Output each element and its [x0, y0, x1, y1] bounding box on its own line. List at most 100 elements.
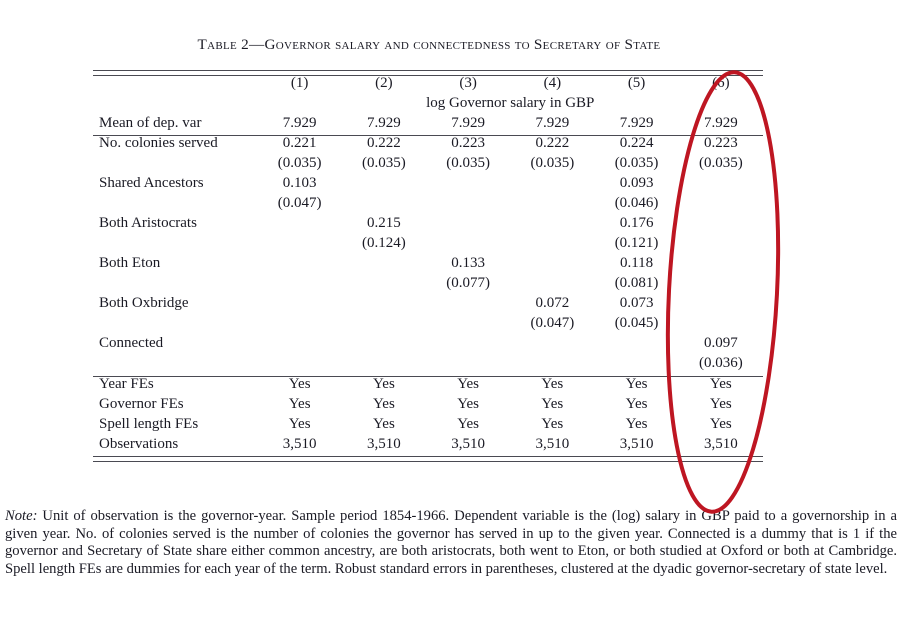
se-shared-c2	[342, 196, 426, 216]
cell-govfe-c5: Yes	[625, 395, 648, 412]
header-blank-cell	[93, 76, 258, 96]
table-row-se: (0.036)	[93, 356, 763, 376]
cell-connected-c3	[426, 336, 510, 356]
column-header-4: (4)	[543, 75, 562, 91]
cell-spellfe-c2: Yes	[372, 415, 395, 432]
cell-obs-c4: 3,510	[535, 435, 570, 452]
se-colonies-c4: (0.035)	[530, 155, 575, 171]
row-label-shared-ancestors: Shared Ancestors	[99, 175, 204, 191]
cell-oxbridge-c4: 0.072	[535, 295, 570, 311]
table-title-text: Table 2—Governor salary and connectednes…	[197, 36, 661, 53]
se-connected-c2	[342, 356, 426, 376]
se-oxbridge-c6	[679, 316, 763, 336]
se-eton-c2	[342, 276, 426, 296]
cell-eton-c3: 0.133	[451, 255, 485, 271]
cell-shared-c2	[342, 176, 426, 196]
dependent-variable-header: log Governor salary in GBP	[426, 94, 595, 111]
cell-spellfe-c3: Yes	[457, 415, 480, 432]
se-eton-c6	[679, 276, 763, 296]
se-label-blank-shared	[93, 196, 258, 216]
table-bottom-rule	[93, 456, 763, 462]
cell-obs-c1: 3,510	[282, 435, 317, 452]
row-label-both-eton: Both Eton	[99, 255, 161, 271]
cell-govfe-c3: Yes	[457, 395, 480, 412]
se-colonies-c5: (0.035)	[614, 155, 659, 171]
cell-connected-c1	[258, 336, 342, 356]
se-oxbridge-c2	[342, 316, 426, 336]
se-aristocrats-c6	[679, 236, 763, 256]
se-connected-c5	[594, 356, 678, 376]
cell-colonies-c1: 0.221	[282, 135, 317, 151]
cell-spellfe-c1: Yes	[288, 415, 311, 432]
cell-oxbridge-c5: 0.073	[619, 295, 654, 311]
cell-obs-c5: 3,510	[619, 435, 654, 452]
table-row: Observations 3,510 3,510 3,510 3,510 3,5…	[93, 435, 763, 457]
se-shared-c1: (0.047)	[277, 195, 322, 211]
se-colonies-c6: (0.035)	[698, 155, 743, 171]
se-eton-c5: (0.081)	[614, 275, 659, 291]
table-row: Mean of dep. var 7.929 7.929 7.929 7.929…	[93, 114, 763, 136]
table-row: Both Aristocrats 0.215 0.176	[93, 216, 763, 236]
se-oxbridge-c4: (0.047)	[530, 315, 575, 331]
se-oxbridge-c1	[258, 316, 342, 336]
table-row-se: (0.047) (0.046)	[93, 196, 763, 216]
se-aristocrats-c2: (0.124)	[361, 235, 406, 251]
se-shared-c5: (0.046)	[614, 195, 659, 211]
cell-aristocrats-c2: 0.215	[366, 215, 401, 231]
table-row: Both Eton 0.133 0.118	[93, 256, 763, 276]
se-eton-c1	[258, 276, 342, 296]
table-row: Shared Ancestors 0.103 0.093	[93, 176, 763, 196]
se-connected-c6: (0.036)	[698, 355, 743, 371]
cell-mean-c3: 7.929	[451, 114, 485, 131]
cell-aristocrats-c3	[426, 216, 510, 236]
se-connected-c1	[258, 356, 342, 376]
spanhead-blank-cell	[93, 96, 258, 116]
cell-govfe-c6: Yes	[709, 395, 732, 412]
cell-obs-c6: 3,510	[703, 435, 738, 452]
cell-yearfe-c4: Yes	[541, 375, 564, 392]
cell-eton-c6	[679, 256, 763, 276]
cell-eton-c4	[510, 256, 594, 276]
cell-eton-c5: 0.118	[619, 255, 654, 271]
cell-eton-c1	[258, 256, 342, 276]
table-row-se: (0.077) (0.081)	[93, 276, 763, 296]
cell-yearfe-c5: Yes	[625, 375, 648, 392]
column-header-3: (3)	[459, 75, 477, 91]
cell-connected-c6: 0.097	[703, 335, 738, 351]
cell-aristocrats-c6	[679, 216, 763, 236]
table-row: Connected 0.097	[93, 336, 763, 356]
cell-mean-c5: 7.929	[619, 114, 654, 131]
se-colonies-c3: (0.035)	[446, 155, 490, 171]
table-title: Table 2—Governor salary and connectednes…	[93, 36, 765, 54]
cell-spellfe-c5: Yes	[625, 415, 648, 432]
row-label-governor-fes: Governor FEs	[99, 395, 184, 412]
table-note: Note: Unit of observation is the governo…	[5, 508, 897, 579]
cell-spellfe-c6: Yes	[709, 415, 732, 432]
cell-aristocrats-c1	[258, 216, 342, 236]
cell-eton-c2	[342, 256, 426, 276]
cell-colonies-c3: 0.223	[451, 135, 485, 151]
cell-obs-c2: 3,510	[366, 435, 401, 452]
se-label-blank-eton	[93, 276, 258, 296]
cell-mean-c6: 7.929	[703, 114, 738, 131]
note-lead-label: Note:	[5, 508, 38, 524]
se-label-blank-connected	[93, 356, 258, 376]
se-shared-c6	[679, 196, 763, 216]
cell-govfe-c2: Yes	[372, 395, 395, 412]
se-colonies-c2: (0.035)	[361, 155, 406, 171]
se-connected-c4	[510, 356, 594, 376]
cell-yearfe-c1: Yes	[288, 375, 311, 392]
column-header-2: (2)	[375, 75, 393, 91]
se-eton-c4	[510, 276, 594, 296]
column-header-1: (1)	[290, 75, 309, 91]
cell-mean-c2: 7.929	[366, 114, 401, 131]
row-label-spell-length-fes: Spell length FEs	[99, 415, 199, 432]
se-colonies-c1: (0.035)	[277, 155, 322, 171]
table-row: Spell length FEs Yes Yes Yes Yes Yes Yes	[93, 415, 763, 437]
cell-govfe-c1: Yes	[288, 395, 311, 412]
se-aristocrats-c5: (0.121)	[614, 235, 659, 251]
se-shared-c4	[510, 196, 594, 216]
se-eton-c3: (0.077)	[446, 275, 490, 291]
row-label-observations: Observations	[99, 435, 179, 452]
cell-colonies-c5: 0.224	[619, 135, 654, 151]
